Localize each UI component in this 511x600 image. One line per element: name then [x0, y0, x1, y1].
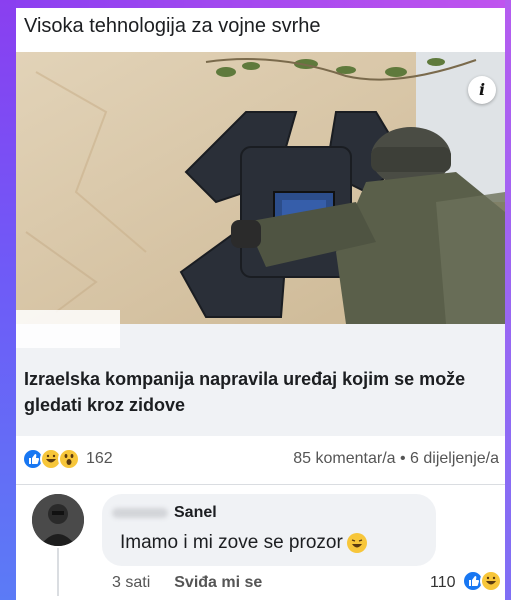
blurred-name [112, 508, 168, 518]
soldier-device-photo [16, 52, 505, 324]
comment-reaction-count[interactable]: 110 [430, 574, 456, 592]
reactions-bar: 162 85 komentar/a • 6 dijeljenje/a [16, 448, 505, 474]
comment-meta: 3 sati Sviđa mi se [112, 574, 262, 592]
comment-author[interactable]: Sanel [174, 504, 217, 522]
avatar[interactable] [32, 494, 84, 546]
link-preview-image[interactable]: i [16, 52, 505, 324]
reaction-count[interactable]: 162 [86, 450, 113, 468]
frame-right-border [505, 0, 511, 600]
laughing-emoji-icon [346, 532, 367, 553]
frame-left-border [0, 0, 16, 600]
post-text: Visoka tehnologija za vojne svrhe [24, 15, 321, 37]
comment-bubble: Sanel Imamo i mi zove se prozor [102, 494, 436, 566]
info-icon[interactable]: i [468, 76, 496, 104]
divider [16, 484, 505, 485]
haha-icon[interactable] [480, 570, 502, 592]
thread-line [57, 548, 59, 596]
comment-text: Imamo i mi zove se prozor [120, 532, 343, 553]
facebook-post: Visoka tehnologija za vojne svrhe i Izra… [16, 8, 505, 600]
link-title[interactable]: Izraelska kompanija napravila uređaj koj… [24, 366, 484, 418]
comment-like-button[interactable]: Sviđa mi se [174, 574, 262, 591]
comment-share-stats[interactable]: 85 komentar/a • 6 dijeljenje/a [293, 450, 499, 468]
comment-text-line: Imamo i mi zove se prozor [120, 532, 367, 554]
photo-glare [16, 310, 120, 348]
frame-top-border [0, 0, 511, 8]
wow-icon[interactable] [58, 448, 80, 470]
comment-time[interactable]: 3 sati [112, 574, 150, 591]
